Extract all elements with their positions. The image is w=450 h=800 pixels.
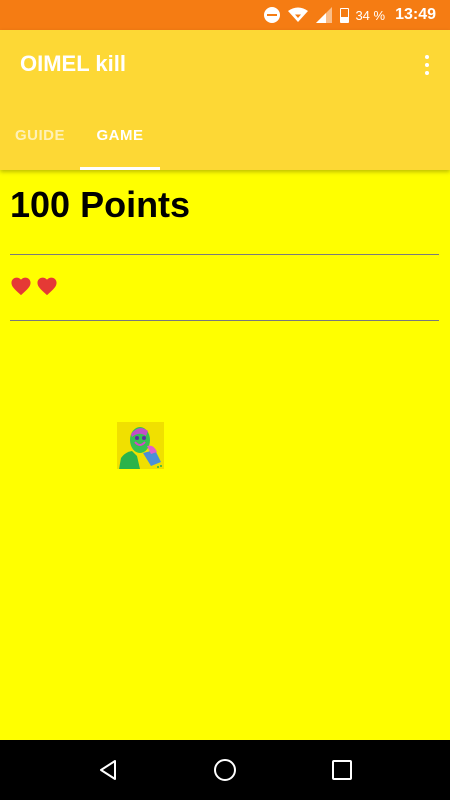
tab-game[interactable]: GAME (80, 100, 160, 170)
game-area: 100 Points (0, 170, 450, 740)
tab-guide[interactable]: GUIDE (0, 100, 80, 170)
back-icon (100, 760, 117, 780)
more-vert-icon[interactable] (422, 52, 432, 78)
heart-icon (11, 277, 31, 296)
signal-icon (316, 7, 333, 23)
character-portrait (117, 422, 164, 469)
back-button[interactable] (88, 750, 128, 790)
do-not-disturb-icon (264, 7, 281, 23)
navigation-bar (0, 740, 450, 800)
status-bar: 34 % 13:49 (0, 0, 450, 30)
tab-game-label: GAME (96, 126, 144, 144)
points-display: 100 Points (10, 184, 191, 225)
tab-guide-label: GUIDE (14, 126, 65, 144)
battery-percentage: 34 % (355, 7, 386, 23)
home-icon (213, 759, 236, 781)
divider (10, 254, 439, 255)
divider (10, 320, 439, 321)
wifi-icon (288, 7, 309, 22)
battery-icon (340, 7, 350, 23)
tab-bar: GUIDE GAME (0, 100, 160, 170)
recents-button[interactable] (322, 750, 362, 790)
app-title: OIMEL kill (20, 51, 126, 76)
app-bar: OIMEL kill GUIDE GAME (0, 30, 450, 170)
lives-indicator (10, 276, 58, 296)
target-character[interactable] (117, 422, 164, 469)
status-time: 13:49 (395, 6, 436, 23)
home-button[interactable] (205, 750, 245, 790)
recents-icon (331, 760, 352, 780)
heart-icon (37, 277, 57, 296)
